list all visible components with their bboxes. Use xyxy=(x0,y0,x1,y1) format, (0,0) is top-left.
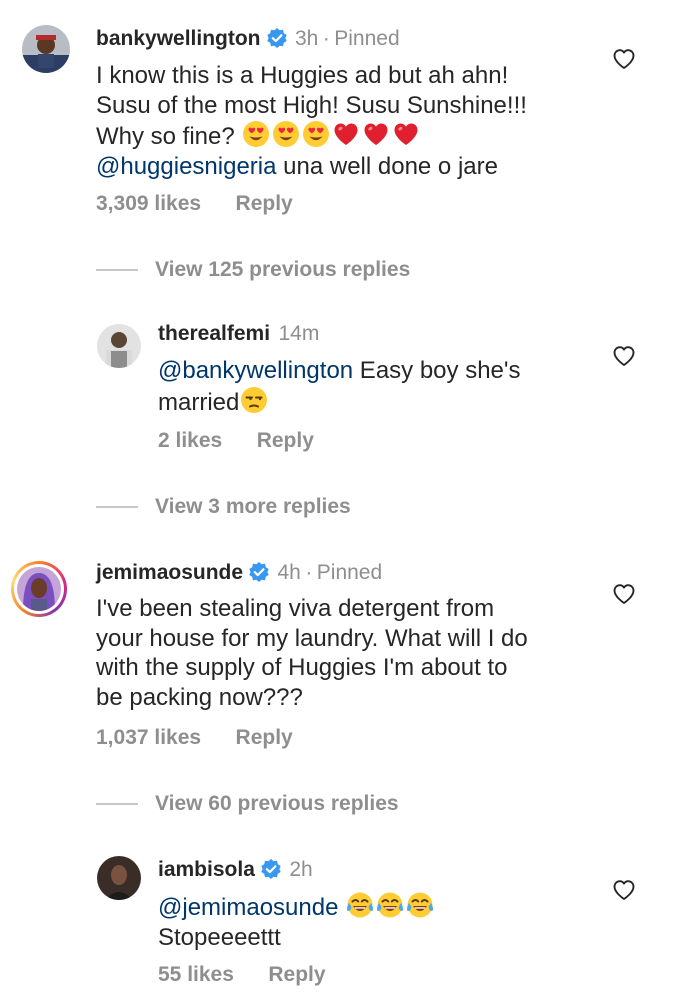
pinned-label: Pinned xyxy=(316,561,383,584)
red-heart-emoji xyxy=(364,123,388,145)
view-replies-button[interactable]: View 125 previous replies xyxy=(155,258,410,282)
comment-line: Susu of the most High! Susu Sunshine!!! xyxy=(96,91,527,119)
reply-actions: 2 likes Reply xyxy=(158,429,314,453)
reply-button[interactable]: Reply xyxy=(236,726,293,749)
heart-eyes-emoji xyxy=(243,121,270,147)
reply-line-text: married xyxy=(158,388,240,416)
reply-button[interactable]: Reply xyxy=(236,192,293,215)
comment-line: @huggiesnigeria una well done o jare xyxy=(96,152,596,182)
comment-line: I've been stealing viva detergent from xyxy=(96,595,495,622)
comment-actions: 1,037 likes Reply xyxy=(96,726,293,750)
unamused-emoji xyxy=(240,385,269,414)
timestamp[interactable]: 14m xyxy=(279,322,320,345)
likes-count[interactable]: 2 likes xyxy=(158,429,222,452)
comment-header: bankywellington 3h · Pinned xyxy=(96,27,400,51)
heart-eyes-emoji xyxy=(303,121,330,147)
divider xyxy=(96,506,138,508)
divider xyxy=(96,803,138,805)
view-replies-button[interactable]: View 60 previous replies xyxy=(155,792,399,816)
verified-badge-icon xyxy=(266,28,287,48)
timestamp[interactable]: 2h xyxy=(289,858,312,881)
avatar[interactable] xyxy=(22,25,70,73)
tears-of-joy-emoji xyxy=(376,891,405,919)
red-heart-emoji xyxy=(334,123,358,145)
separator-dot: · xyxy=(305,561,313,584)
divider xyxy=(96,269,138,271)
verified-badge-icon xyxy=(249,562,270,582)
comment-text: I've been stealing viva detergent from y… xyxy=(96,594,596,712)
avatar-story-ring[interactable] xyxy=(11,561,67,617)
comment-header: jemimaosunde 4h · Pinned xyxy=(96,561,382,585)
likes-count[interactable]: 55 likes xyxy=(158,963,234,986)
heart-eyes-emoji xyxy=(273,121,300,147)
tears-of-joy-emoji xyxy=(406,891,435,919)
username[interactable]: iambisola xyxy=(158,858,255,881)
comment-actions: 3,309 likes Reply xyxy=(96,192,293,216)
view-more-replies-button[interactable]: View 3 more replies xyxy=(155,495,351,519)
reply-actions: 55 likes Reply xyxy=(158,963,326,987)
comment-line-text: una well done o jare xyxy=(276,152,498,180)
comment-text: I know this is a Huggies ad but ah ahn! … xyxy=(96,61,596,181)
reply-button[interactable]: Reply xyxy=(268,963,325,986)
avatar[interactable] xyxy=(97,324,141,368)
reply-text: @bankywellington Easy boy she's married xyxy=(158,356,598,417)
timestamp[interactable]: 3h xyxy=(295,27,318,50)
comment-line: Why so fine? xyxy=(96,120,596,152)
tears-of-joy-emoji xyxy=(346,891,375,919)
heart-outline-icon[interactable] xyxy=(612,47,636,71)
separator-dot: · xyxy=(322,27,330,50)
comment-line: I know this is a Huggies ad but ah ahn! xyxy=(96,62,509,89)
mention-link[interactable]: @huggiesnigeria xyxy=(96,153,276,180)
username[interactable]: therealfemi xyxy=(158,322,270,345)
avatar[interactable] xyxy=(97,856,141,900)
reply-line: @bankywellington Easy boy she's xyxy=(158,356,598,386)
comment-line: your house for my laundry. What will I d… xyxy=(96,624,528,652)
reply-line-text: Easy boy she's xyxy=(353,357,521,384)
pinned-label: Pinned xyxy=(334,27,400,50)
likes-count[interactable]: 3,309 likes xyxy=(96,192,201,215)
comment-line-text: Why so fine? xyxy=(96,123,235,150)
heart-outline-icon[interactable] xyxy=(612,344,636,368)
heart-outline-icon[interactable] xyxy=(612,582,636,606)
mention-link[interactable]: @bankywellington xyxy=(158,357,353,384)
avatar xyxy=(17,567,61,611)
reply-button[interactable]: Reply xyxy=(257,429,314,452)
likes-count[interactable]: 1,037 likes xyxy=(96,726,201,749)
reply-line: Stopeeeettt xyxy=(158,923,281,951)
reply-line: married xyxy=(158,385,598,418)
red-heart-emoji xyxy=(394,123,418,145)
heart-outline-icon[interactable] xyxy=(612,878,636,902)
reply-header: iambisola 2h xyxy=(158,858,313,882)
username[interactable]: jemimaosunde xyxy=(96,561,243,584)
reply-header: therealfemi 14m xyxy=(158,322,319,346)
comment-line: be packing now??? xyxy=(96,683,303,711)
verified-badge-icon xyxy=(260,859,281,879)
timestamp[interactable]: 4h xyxy=(278,561,301,584)
reply-text: @jemimaosunde Stopeeeettt xyxy=(158,891,598,952)
username[interactable]: bankywellington xyxy=(96,27,261,50)
comment-line: with the supply of Huggies I'm about to xyxy=(96,654,508,681)
reply-line: @jemimaosunde xyxy=(158,891,598,923)
mention-link[interactable]: @jemimaosunde xyxy=(158,894,338,921)
